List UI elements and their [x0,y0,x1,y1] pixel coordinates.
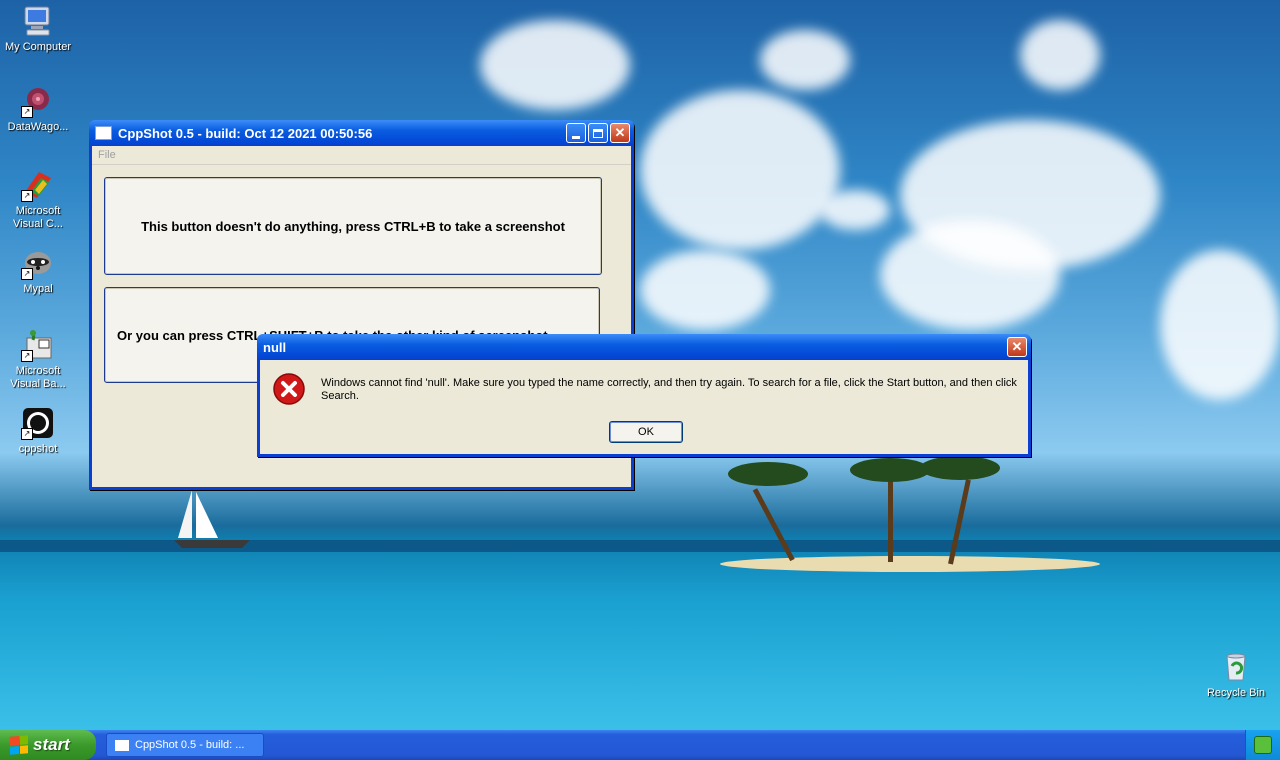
windows-flag-icon [10,735,28,755]
minimize-icon [572,135,580,139]
menu-bar: File [92,146,631,165]
sailboat [174,490,250,548]
window-app-icon [95,126,112,140]
minimize-button[interactable] [566,123,586,143]
menu-file[interactable]: File [98,149,116,161]
cloud [640,250,770,330]
shortcut-arrow-icon: ↗ [21,190,33,202]
visual-basic-icon: ↗ [21,328,55,362]
close-button[interactable]: ✕ [610,123,630,143]
safely-remove-hardware-icon[interactable] [1254,736,1272,754]
error-dialog: null ✕ Windows cannot find 'null'. Make … [257,334,1031,457]
window-titlebar[interactable]: CppShot 0.5 - build: Oct 12 2021 00:50:5… [89,120,634,146]
taskbar-item-cppshot[interactable]: CppShot 0.5 - build: ... [106,733,264,757]
cloud [1160,250,1280,400]
close-icon: ✕ [1011,339,1023,354]
shortcut-arrow-icon: ↗ [21,106,33,118]
desktop-icon-my-computer[interactable]: My Computer [0,4,76,54]
maximize-button[interactable] [588,123,608,143]
cloud [820,190,890,230]
cloud [880,220,1060,330]
cloud [480,20,630,110]
raccoon-icon: ↗ [21,246,55,280]
close-icon: ✕ [614,125,626,140]
dialog-message: Windows cannot find 'null'. Make sure yo… [321,377,1017,402]
window-app-icon [115,739,129,751]
start-button[interactable]: start [0,730,96,760]
ok-button[interactable]: OK [609,421,683,443]
desktop-icon-datawagon[interactable]: ↗ DataWago... [0,84,76,134]
cloud [640,90,840,250]
dialog-title: null [263,339,287,355]
cloud [1020,20,1100,90]
palm-leaves [920,456,1000,480]
desktop-icon-visual-c[interactable]: ↗ Microsoft Visual C... [0,168,76,231]
recycle-bin-icon [1219,650,1253,684]
taskbar-item-label: CppShot 0.5 - build: ... [135,739,245,751]
palm-trunk [888,470,893,562]
cppshot-icon: ↗ [21,406,55,440]
system-tray [1245,730,1280,760]
desktop-icon-cppshot[interactable]: ↗ cppshot [0,406,76,456]
maximize-icon [593,128,603,138]
dialog-titlebar[interactable]: null ✕ [257,334,1031,360]
error-icon [272,372,306,406]
palm-leaves [850,458,930,482]
shortcut-arrow-icon: ↗ [21,350,33,362]
computer-icon [21,4,55,38]
desktop-icon-visual-basic[interactable]: ↗ Microsoft Visual Ba... [0,328,76,391]
palm-leaves [728,462,808,486]
shortcut-arrow-icon: ↗ [21,268,33,280]
island [720,556,1100,572]
start-label: start [33,735,70,754]
desktop-icon-mypal[interactable]: ↗ Mypal [0,246,76,296]
visual-c-icon: ↗ [21,168,55,202]
cloud [760,30,850,90]
shortcut-arrow-icon: ↗ [21,428,33,440]
datawagon-icon: ↗ [21,84,55,118]
taskbar: start CppShot 0.5 - build: ... [0,730,1280,760]
desktop-icon-recycle-bin[interactable]: Recycle Bin [1198,650,1274,700]
window-title: CppShot 0.5 - build: Oct 12 2021 00:50:5… [118,125,373,141]
screenshot-info-button[interactable]: This button doesn't do anything, press C… [104,177,602,275]
dialog-close-button[interactable]: ✕ [1007,337,1027,357]
